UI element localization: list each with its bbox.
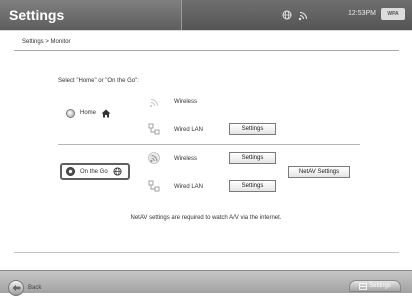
globe-icon: [282, 10, 292, 20]
onthego-wireless-settings-button[interactable]: Settings: [229, 152, 276, 164]
home-option[interactable]: Home: [66, 108, 111, 118]
status-icons: [282, 8, 310, 22]
title-bar-divider: [181, 0, 182, 30]
globe-icon: [113, 167, 122, 176]
clock: 12:53PM: [348, 10, 377, 17]
breadcrumb: Settings > Monitor: [22, 39, 71, 45]
home-wired-lan-label: Wired LAN: [174, 127, 204, 133]
home-radio[interactable]: [66, 108, 75, 118]
wireless-icon: [149, 99, 158, 108]
settings-icon: [359, 282, 368, 290]
home-wireless-label: Wireless: [174, 99, 198, 105]
section-divider: [58, 144, 360, 145]
breadcrumb-divider: [14, 50, 399, 51]
content-bottom-divider: [14, 252, 399, 253]
wireless-icon: [148, 152, 160, 164]
onthego-wireless-label: Wireless: [174, 156, 198, 162]
wifi-icon: [298, 11, 308, 21]
house-icon: [101, 109, 111, 117]
settings-tab[interactable]: Settings: [349, 280, 401, 292]
wired-lan-icon: [148, 123, 160, 135]
selection-prompt: Select "Home" or "On the Go":: [58, 78, 139, 84]
app-title: Settings: [9, 7, 65, 23]
home-label: Home: [80, 110, 97, 116]
onthego-wired-settings-button[interactable]: Settings: [229, 180, 276, 192]
settings-tab-label: Settings: [369, 283, 391, 289]
netav-note: NetAV settings are required to watch A/V…: [130, 215, 282, 221]
onthego-option[interactable]: On the Go: [60, 163, 130, 180]
wired-lan-icon: [148, 180, 160, 192]
netav-settings-button[interactable]: NetAV Settings: [288, 166, 350, 178]
onthego-radio[interactable]: [66, 167, 75, 176]
battery-indicator: WPA: [381, 8, 405, 20]
back-label: Back: [28, 285, 42, 291]
back-arrow-icon: [8, 280, 24, 296]
onthego-label: On the Go: [80, 168, 108, 175]
onthego-wired-lan-label: Wired LAN: [174, 184, 204, 190]
back-button[interactable]: Back: [8, 280, 41, 296]
home-wired-settings-button[interactable]: Settings: [229, 123, 276, 135]
